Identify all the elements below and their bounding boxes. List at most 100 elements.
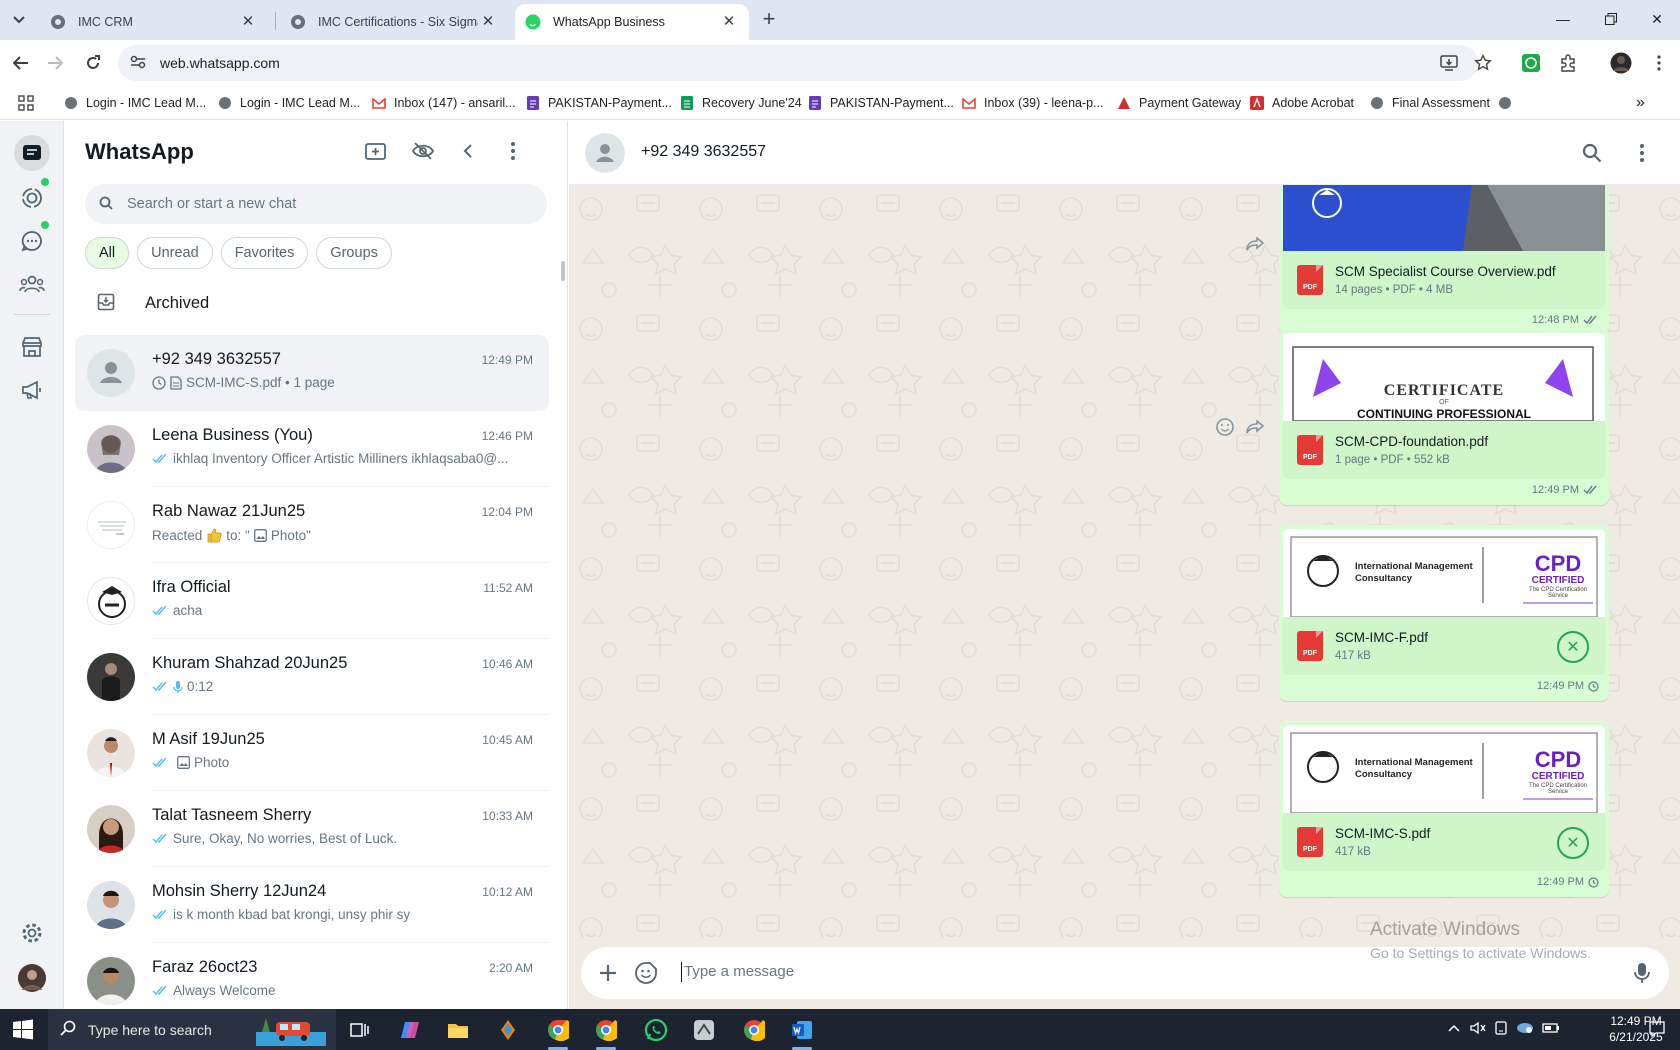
attach-plus-icon[interactable] xyxy=(595,960,621,986)
filter-all[interactable]: All xyxy=(85,237,130,269)
network-icon[interactable] xyxy=(1516,1021,1534,1038)
chat-search-input[interactable]: Search or start a new chat xyxy=(85,184,547,224)
tab-search-dropdown-icon[interactable] xyxy=(6,8,32,32)
document-message[interactable]: PDF SCM Specialist Course Overview.pdf 1… xyxy=(1279,185,1609,335)
new-tab-button[interactable]: + xyxy=(756,8,782,32)
clock-app-icon[interactable] xyxy=(684,1014,724,1046)
forward-button[interactable] xyxy=(40,48,70,78)
bookmark-imc-favicon[interactable] xyxy=(1498,93,1520,113)
document-row[interactable]: PDF SCM-CPD-foundation.pdf 1 page • PDF … xyxy=(1283,421,1605,479)
chat-row-m-asif[interactable]: M Asif 19Jun25 10:45 AM Photo xyxy=(75,715,549,791)
whatsapp-taskbar-icon[interactable] xyxy=(636,1014,676,1046)
document-message[interactable]: CERTIFICATE OF CONTINUING PROFESSIONAL P… xyxy=(1279,329,1609,505)
bookmark-pakistan-payment-1[interactable]: PAKISTAN-Payment... xyxy=(526,93,672,113)
chat-row-ifra-official[interactable]: Ifra Official 11:52 AM acha xyxy=(75,563,549,639)
catalog-store-icon[interactable] xyxy=(17,332,47,362)
chat-menu-kebab-icon[interactable] xyxy=(1629,140,1655,166)
chat-row-khuram-shahzad[interactable]: Khuram Shahzad 20Jun25 10:46 AM 0:12 xyxy=(75,639,549,715)
taskbar-search-box[interactable]: Type here to search xyxy=(48,1009,336,1050)
bookmark-login-imc-2[interactable]: Login - IMC Lead M... xyxy=(218,93,360,113)
show-hidden-icons-chevron-icon[interactable] xyxy=(1448,1021,1460,1035)
chats-icon[interactable] xyxy=(14,135,50,171)
advertise-megaphone-icon[interactable] xyxy=(17,375,47,405)
word-taskbar-icon[interactable] xyxy=(782,1014,822,1050)
minimize-window-button[interactable]: — xyxy=(1540,0,1586,38)
chat-row-talat-tasneem[interactable]: Talat Tasneem Sherry 10:33 AM Sure, Okay… xyxy=(75,791,549,867)
browser-menu-icon[interactable] xyxy=(1648,52,1670,74)
close-tab-icon[interactable]: ✕ xyxy=(238,12,258,32)
site-settings-icon[interactable] xyxy=(130,55,146,72)
bookmark-pakistan-payment-2[interactable]: PAKISTAN-Payment... xyxy=(808,93,954,113)
tab-imc-certifications[interactable]: IMC Certifications - Six Sigma G ✕ xyxy=(280,4,508,40)
communities-icon[interactable] xyxy=(17,269,47,299)
filter-unread[interactable]: Unread xyxy=(137,237,213,269)
bookmark-gmail-inbox-1[interactable]: Inbox (147) - ansaril... xyxy=(372,93,516,113)
message-input[interactable]: Type a message xyxy=(684,963,794,980)
windows-start-icon[interactable] xyxy=(12,1019,34,1041)
battery-icon[interactable] xyxy=(1542,1021,1560,1038)
profile-avatar[interactable] xyxy=(17,963,47,993)
whatsapp-extension-icon[interactable] xyxy=(1520,52,1542,74)
notifications-icon[interactable] xyxy=(1648,1020,1666,1041)
reload-button[interactable] xyxy=(78,48,108,78)
task-view-icon[interactable] xyxy=(340,1014,380,1046)
bookmark-adobe-acrobat[interactable]: Adobe Acrobat xyxy=(1250,93,1354,113)
forward-icon[interactable] xyxy=(1242,231,1268,257)
collapse-chevron-left-icon[interactable] xyxy=(454,137,482,165)
cancel-upload-button[interactable]: ✕ xyxy=(1557,827,1589,859)
filter-groups[interactable]: Groups xyxy=(316,237,392,269)
bookmark-recovery-june[interactable]: Recovery June'24 xyxy=(680,93,802,113)
file-explorer-icon[interactable] xyxy=(438,1014,478,1046)
settings-gear-icon[interactable] xyxy=(17,918,47,948)
close-window-button[interactable]: ✕ xyxy=(1634,0,1680,38)
volume-muted-icon[interactable] xyxy=(1470,1021,1486,1038)
channels-icon[interactable] xyxy=(17,226,47,256)
device-icon[interactable] xyxy=(1494,1021,1508,1038)
react-emoji-icon[interactable] xyxy=(1212,414,1238,440)
hide-eye-icon[interactable] xyxy=(409,137,437,165)
document-row[interactable]: PDF SCM-IMC-F.pdf 417 kB ✕ xyxy=(1283,617,1605,675)
address-bar[interactable]: web.whatsapp.com xyxy=(118,45,1478,81)
emoji-sticker-icon[interactable] xyxy=(633,960,659,986)
bookmark-login-imc-1[interactable]: Login - IMC Lead M... xyxy=(64,93,206,113)
document-message[interactable]: International Management Consultancy CPD… xyxy=(1279,525,1609,701)
new-chat-icon[interactable] xyxy=(362,137,390,165)
copilot-icon[interactable] xyxy=(390,1014,430,1046)
profile-avatar-icon[interactable] xyxy=(1610,52,1632,74)
tab-whatsapp-business[interactable]: WhatsApp Business ✕ xyxy=(515,4,749,40)
bookmark-gmail-inbox-2[interactable]: Inbox (39) - leena-p... xyxy=(962,93,1104,113)
filter-favorites[interactable]: Favorites xyxy=(220,237,309,269)
bookmark-star-icon[interactable] xyxy=(1472,52,1494,74)
cancel-upload-button[interactable]: ✕ xyxy=(1557,631,1589,663)
status-icon[interactable] xyxy=(17,183,47,213)
document-message[interactable]: International Management Consultancy CPD… xyxy=(1279,721,1609,897)
document-row[interactable]: PDF SCM-IMC-S.pdf 417 kB ✕ xyxy=(1283,813,1605,871)
chrome-taskbar-icon[interactable] xyxy=(538,1014,578,1050)
restore-window-button[interactable] xyxy=(1588,0,1634,38)
chat-row-unknown-number[interactable]: +92 349 3632557 12:49 PM SCM-IMC-S.pdf •… xyxy=(75,335,549,411)
tab-imc-crm[interactable]: IMC CRM ✕ xyxy=(40,4,268,40)
conversation-header[interactable]: +92 349 3632557 xyxy=(569,121,1680,185)
message-list[interactable]: PDF SCM Specialist Course Overview.pdf 1… xyxy=(569,185,1680,937)
back-button[interactable] xyxy=(6,48,36,78)
chat-row-faraz[interactable]: Faraz 26oct23 2:20 AM Always Welcome xyxy=(75,943,549,1009)
chat-list-scrollbar[interactable] xyxy=(561,261,565,281)
document-row[interactable]: PDF SCM Specialist Course Overview.pdf 1… xyxy=(1283,251,1605,309)
search-icon[interactable] xyxy=(1579,140,1605,166)
close-tab-icon[interactable]: ✕ xyxy=(478,12,498,32)
extensions-puzzle-icon[interactable] xyxy=(1557,52,1579,74)
bookmark-final-assessment[interactable]: Final Assessment xyxy=(1370,93,1490,113)
bookmark-payment-gateway[interactable]: Payment Gateway xyxy=(1117,93,1241,113)
more-bookmarks-chevron-icon[interactable]: » xyxy=(1636,93,1645,113)
chrome-taskbar-icon[interactable] xyxy=(586,1014,626,1050)
install-app-icon[interactable] xyxy=(1438,52,1460,74)
close-tab-icon[interactable]: ✕ xyxy=(719,12,739,32)
chat-row-rab-nawaz[interactable]: Rab Nawaz 21Jun25 12:04 PM Reacted to: "… xyxy=(75,487,549,563)
forward-icon[interactable] xyxy=(1242,414,1268,440)
apps-grid-icon[interactable] xyxy=(18,93,34,113)
chrome-taskbar-icon[interactable] xyxy=(734,1014,774,1046)
chat-row-leena-business[interactable]: Leena Business (You) 12:46 PM ikhlaq Inv… xyxy=(75,411,549,487)
app-launcher-icon[interactable] xyxy=(488,1014,528,1046)
microphone-icon[interactable] xyxy=(1629,960,1655,986)
chat-row-mohsin-sherry[interactable]: Mohsin Sherry 12Jun24 10:12 AM is k mont… xyxy=(75,867,549,943)
